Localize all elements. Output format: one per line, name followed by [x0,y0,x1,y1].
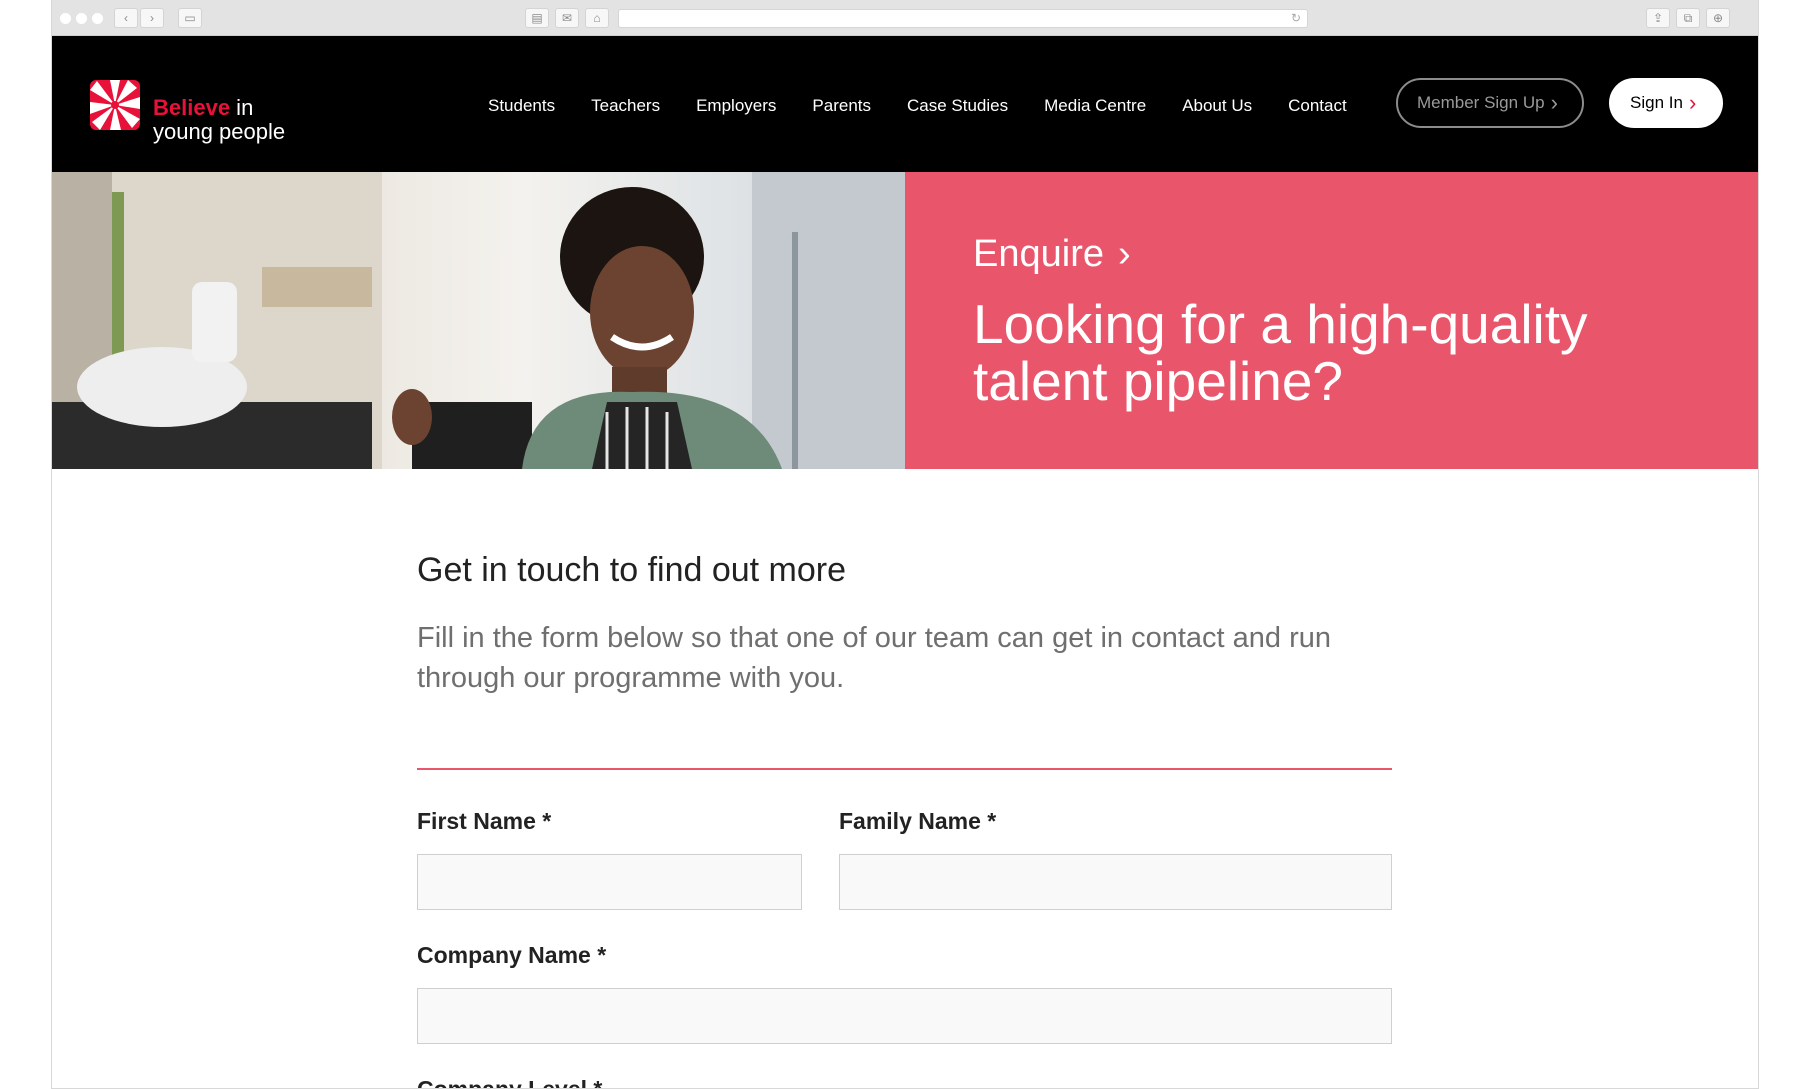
enquire-breadcrumb[interactable]: Enquire › [973,232,1131,276]
logo-word-believe: Believe [153,95,231,120]
section-title: Get in touch to find out more [417,551,847,589]
enquire-label: Enquire [973,233,1104,275]
download-icon[interactable]: ⊕ [1706,8,1730,28]
back-icon[interactable]: ‹ [114,8,138,28]
reload-icon[interactable]: ↻ [1291,11,1301,25]
print-icon[interactable]: ▤ [525,8,549,28]
company-name-input[interactable] [417,988,1392,1044]
nav-case-studies[interactable]: Case Studies [907,93,1008,119]
share-icon[interactable]: ⇪ [1646,8,1670,28]
chevron-right-icon: › [1117,233,1131,275]
nav-about-us[interactable]: About Us [1182,93,1252,119]
sunburst-logo-icon[interactable] [90,80,140,130]
member-sign-up-label: Member Sign Up [1417,93,1545,112]
logo-wordmark[interactable]: Believe in young people [153,96,285,144]
sidebar-icon[interactable]: ▭ [178,8,202,28]
forward-icon[interactable]: › [140,8,164,28]
nav-contact[interactable]: Contact [1288,93,1347,119]
pink-divider [417,768,1392,770]
woman-barista-photo [52,172,905,469]
member-sign-up-button[interactable]: Member Sign Up › [1396,78,1584,128]
mail-icon[interactable]: ✉ [555,8,579,28]
address-bar[interactable]: ↻ [618,9,1308,28]
nav-students[interactable]: Students [488,93,555,119]
first-name-input[interactable] [417,854,802,910]
nav-media-centre[interactable]: Media Centre [1044,93,1146,119]
chevron-right-icon: › [1688,90,1697,115]
family-name-input[interactable] [839,854,1392,910]
hero-text-panel: Enquire › Looking for a high-quality tale… [905,172,1758,469]
hero-banner: Enquire › Looking for a high-quality tale… [52,172,1758,469]
browser-window: ‹ › ▭ ▤ ✉ ⌂ ↻ ⇪ ⧉ ⊕ Believe in young peo… [51,0,1759,1089]
sign-in-label: Sign In [1630,93,1683,112]
logo-word-in: in [230,95,254,120]
home-icon[interactable]: ⌂ [585,8,609,28]
chevron-right-icon: › [1550,90,1558,115]
sign-in-button[interactable]: Sign In › [1609,78,1723,128]
site-header: Believe in young people Students Teacher… [52,36,1758,172]
logo-line-young-people: young people [153,119,286,144]
browser-toolbar: ‹ › ▭ ▤ ✉ ⌂ ↻ ⇪ ⧉ ⊕ [52,0,1758,36]
intro-paragraph: Fill in the form below so that one of ou… [417,622,1332,694]
family-name-label: Family Name * [839,808,997,834]
window-controls[interactable] [60,13,103,24]
hero-title: Looking for a high-quality talent pipeli… [973,293,1588,412]
nav-employers[interactable]: Employers [696,93,776,119]
company-name-label: Company Name * [417,942,607,968]
first-name-label: First Name * [417,808,552,834]
company-level-label: Company Level * [417,1076,603,1089]
main-nav: Students Teachers Employers Parents Case… [488,93,1383,119]
nav-teachers[interactable]: Teachers [591,93,660,119]
nav-parents[interactable]: Parents [812,93,871,119]
tabs-icon[interactable]: ⧉ [1676,8,1700,28]
enquiry-section: Get in touch to find out more Fill in th… [417,550,1392,1088]
hero-photo-illustration [52,172,905,469]
